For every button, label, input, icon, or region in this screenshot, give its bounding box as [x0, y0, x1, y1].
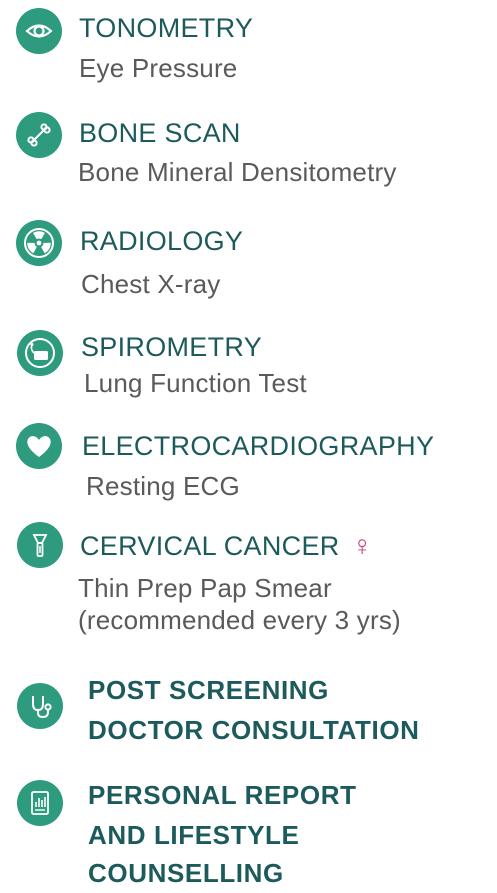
service-bold-line: POST SCREENING	[88, 675, 329, 705]
service-subtitle: Bone Mineral Densitometry	[78, 157, 397, 187]
spirometer-icon	[17, 330, 63, 376]
service-bold-line: DOCTOR CONSULTATION	[88, 715, 420, 745]
service-subtitle-line: (recommended every 3 yrs)	[78, 605, 401, 635]
service-title: RADIOLOGY	[80, 226, 244, 256]
service-bold-line: AND LIFESTYLE	[88, 820, 300, 850]
service-title: SPIROMETRY	[81, 332, 263, 362]
service-title: ELECTROCARDIOGRAPHY	[82, 431, 435, 461]
service-subtitle-line: Thin Prep Pap Smear	[78, 573, 332, 603]
heart-icon	[16, 423, 62, 469]
speculum-icon	[17, 522, 63, 568]
service-subtitle: Resting ECG	[86, 471, 240, 501]
radiation-icon	[16, 220, 62, 266]
service-subtitle: Eye Pressure	[79, 53, 238, 83]
service-subtitle: Chest X-ray	[81, 269, 221, 299]
service-title: BONE SCAN	[79, 118, 241, 148]
bone-icon	[16, 112, 62, 158]
service-title: TONOMETRY	[79, 13, 254, 43]
service-title-text: CERVICAL CANCER	[80, 531, 340, 561]
service-bold-line: PERSONAL REPORT	[88, 780, 357, 810]
service-bold-line: COUNSELLING	[88, 858, 284, 888]
stethoscope-icon	[17, 683, 63, 729]
report-icon	[17, 780, 63, 826]
eye-icon	[16, 8, 62, 54]
service-title: CERVICAL CANCER ♀	[80, 530, 373, 562]
female-symbol-icon: ♀	[351, 530, 373, 561]
service-subtitle: Lung Function Test	[84, 368, 307, 398]
